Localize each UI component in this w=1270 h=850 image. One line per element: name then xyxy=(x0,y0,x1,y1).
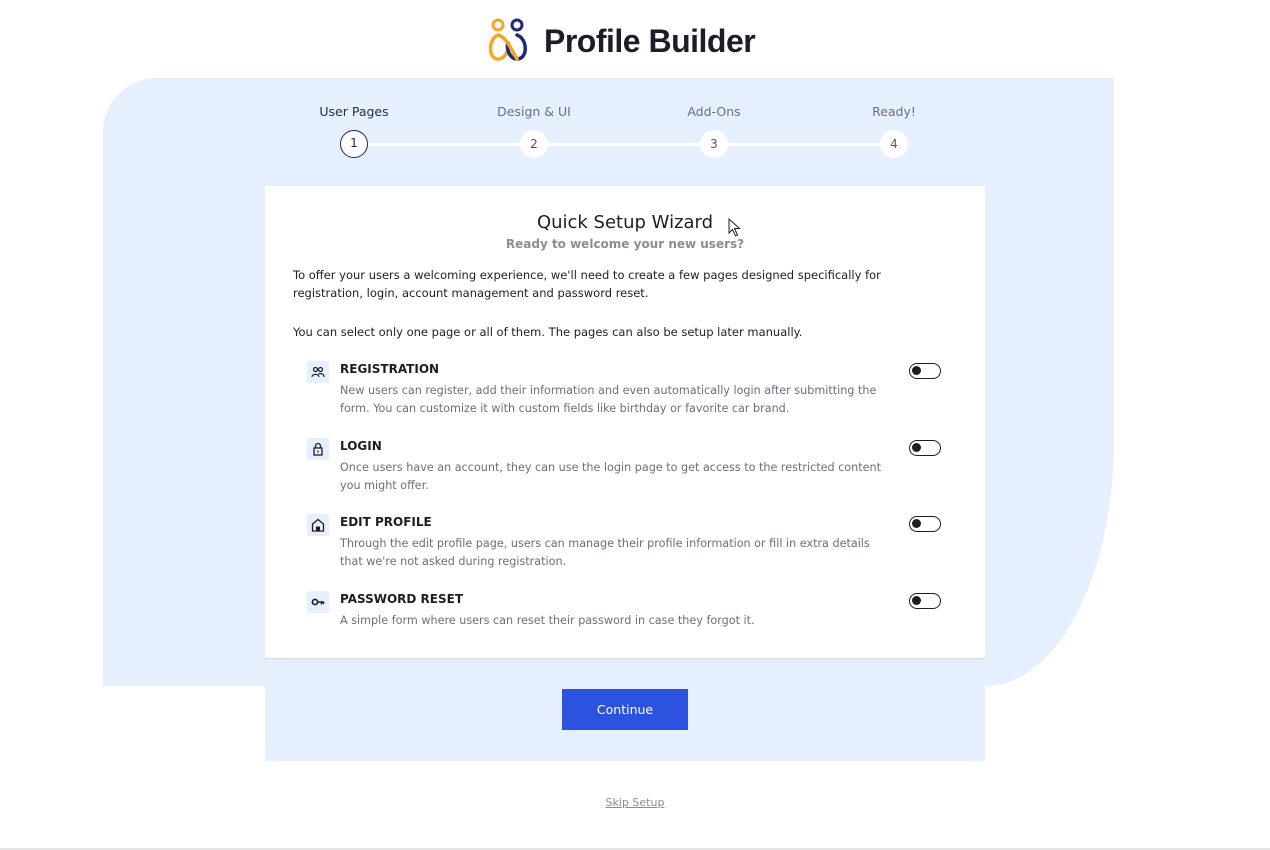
background-shape-curve xyxy=(986,440,1114,686)
step-label: Design & UI xyxy=(497,104,571,119)
step-label: User Pages xyxy=(319,104,389,119)
stepper-track xyxy=(354,143,894,146)
home-icon xyxy=(307,514,329,536)
registration-toggle[interactable] xyxy=(909,363,941,379)
option-description: Through the edit profile page, users can… xyxy=(340,537,870,568)
step-number: 2 xyxy=(520,130,548,158)
skip-setup-link[interactable]: Skip Setup xyxy=(606,796,665,809)
step-ready[interactable]: Ready! 4 xyxy=(834,100,954,158)
wizard-title: Quick Setup Wizard xyxy=(536,212,714,233)
setup-wizard-page: Profile Builder User Pages 1 Design & UI… xyxy=(0,0,1270,850)
toggle-knob xyxy=(912,519,921,528)
toggle-knob xyxy=(912,366,921,375)
lock-icon xyxy=(307,438,329,460)
option-description: Once users have an account, they can use… xyxy=(340,461,881,492)
option-title: PASSWORD RESET xyxy=(340,592,464,606)
continue-button[interactable]: Continue xyxy=(562,689,688,730)
key-icon xyxy=(307,591,329,613)
step-user-pages[interactable]: User Pages 1 xyxy=(294,100,414,158)
option-description: New users can register, add their inform… xyxy=(340,384,877,415)
step-label: Ready! xyxy=(872,104,916,119)
step-design-ui[interactable]: Design & UI 2 xyxy=(474,100,594,158)
wizard-card: Quick Setup Wizard Ready to welcome your… xyxy=(265,186,985,761)
password-reset-toggle[interactable] xyxy=(909,593,941,609)
toggle-knob xyxy=(912,443,921,452)
step-number: 4 xyxy=(880,130,908,158)
login-toggle[interactable] xyxy=(909,440,941,456)
users-icon xyxy=(307,361,329,383)
intro-text: To offer your users a welcoming experien… xyxy=(293,268,881,300)
brand-name: Profile Builder xyxy=(544,22,756,59)
wizard-footer: Continue xyxy=(265,658,985,761)
step-label: Add-Ons xyxy=(687,104,741,119)
step-add-ons[interactable]: Add-Ons 3 xyxy=(654,100,774,158)
step-number: 1 xyxy=(340,130,368,158)
skip-setup-link-row: Skip Setup xyxy=(0,796,1270,809)
wizard-subtitle: Ready to welcome your new users? xyxy=(505,237,745,251)
wizard-stepper: User Pages 1 Design & UI 2 Add-Ons 3 Rea… xyxy=(319,100,916,160)
option-description: A simple form where users can reset thei… xyxy=(340,614,755,627)
intro-note: You can select only one page or all of t… xyxy=(293,325,803,339)
edit-profile-toggle[interactable] xyxy=(909,516,941,532)
step-number: 3 xyxy=(700,130,728,158)
option-title: EDIT PROFILE xyxy=(340,515,432,529)
option-title: REGISTRATION xyxy=(340,362,440,376)
toggle-knob xyxy=(912,596,921,605)
mouse-pointer-icon xyxy=(728,218,741,237)
profile-builder-logo-icon xyxy=(488,18,527,61)
option-title: LOGIN xyxy=(340,439,382,453)
brand-logo: Profile Builder xyxy=(484,16,756,66)
